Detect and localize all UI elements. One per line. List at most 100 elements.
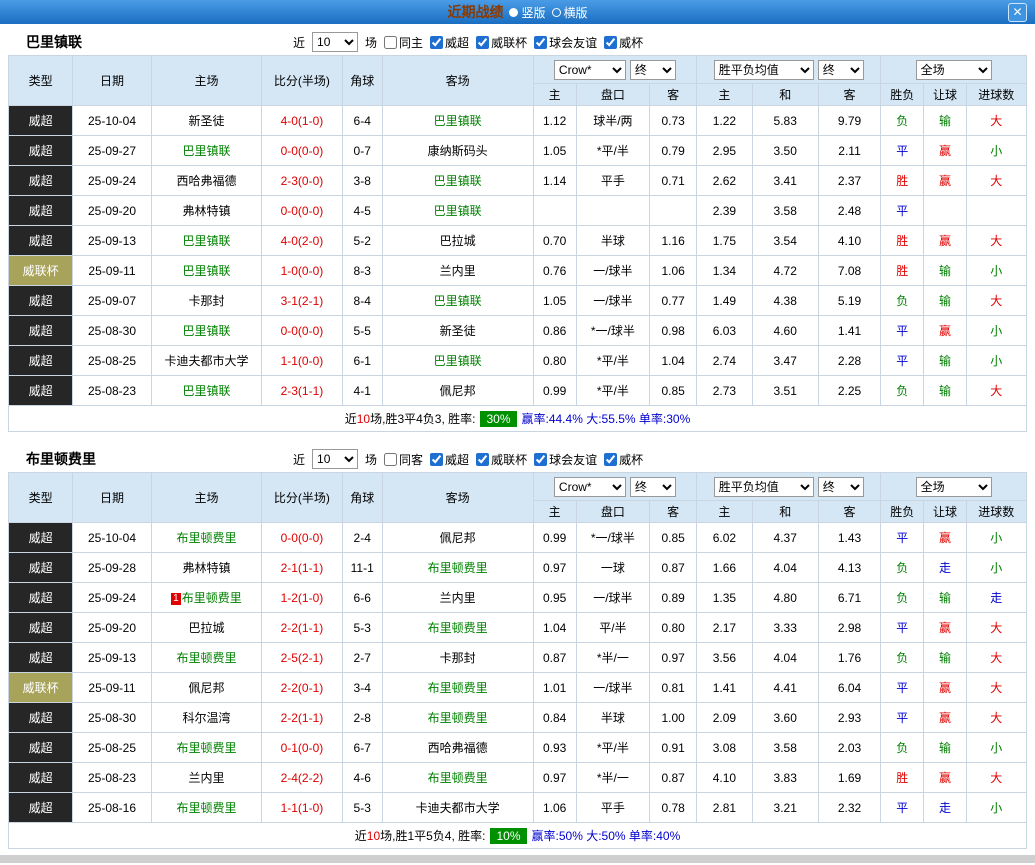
league-checkbox-0[interactable] (430, 453, 443, 466)
home-team-cell: 巴里镇联 (151, 376, 262, 406)
euro-home-odds: 2.39 (697, 196, 752, 226)
asian-stage-select[interactable]: 终 (630, 477, 676, 497)
handicap-result-cell: 赢 (924, 136, 966, 166)
radio-vertical-icon[interactable] (509, 8, 518, 17)
league-checkbox-3[interactable] (604, 453, 617, 466)
asian-odds-header: Crow*终 (533, 473, 697, 501)
handicap-result-cell: 赢 (924, 763, 966, 793)
sections: 巴里镇联 近 10 场 同主 威超 威联杯 球会友谊 威杯 (0, 29, 1035, 849)
goals-result-cell: 小 (966, 136, 1026, 166)
home-team-cell: 科尔温湾 (151, 703, 262, 733)
league-type-cell: 威超 (9, 106, 73, 136)
home-team-cell: 巴里镇联 (151, 256, 262, 286)
league-filter-2[interactable]: 球会友谊 (534, 451, 597, 468)
bookmaker-select[interactable]: Crow* (554, 60, 626, 80)
euro-away-odds: 1.43 (818, 523, 880, 553)
euro-home-odds: 1.35 (697, 583, 752, 613)
away-team-cell: 巴里镇联 (382, 166, 533, 196)
match-date: 25-09-11 (73, 673, 151, 703)
euro-stage-select[interactable]: 终 (818, 60, 864, 80)
away-team-name: 布里顿费里 (428, 561, 488, 575)
home-team-name: 新圣徒 (188, 114, 224, 128)
euro-away-odds: 2.93 (818, 703, 880, 733)
home-team-name: 巴里镇联 (182, 144, 230, 158)
match-count-select[interactable]: 10 (312, 32, 358, 52)
score-cell: 2-2(1-1) (262, 703, 342, 733)
euro-stage-select[interactable]: 终 (818, 477, 864, 497)
league-checkbox-1[interactable] (476, 36, 489, 49)
same-venue-filter[interactable]: 同主 (384, 34, 423, 51)
match-date: 25-08-30 (73, 703, 151, 733)
match-count-select[interactable]: 10 (312, 449, 358, 469)
euro-draw-odds: 4.37 (752, 523, 818, 553)
league-filter-0[interactable]: 威超 (430, 451, 469, 468)
euro-draw-odds: 3.54 (752, 226, 818, 256)
col-handicap: 让球 (924, 501, 966, 523)
goals-result-cell: 小 (966, 793, 1026, 823)
result-cell: 平 (881, 316, 924, 346)
euro-draw-odds: 3.41 (752, 166, 818, 196)
handicap-result-cell: 赢 (924, 166, 966, 196)
fulltime-select[interactable]: 全场 (916, 60, 992, 80)
result-cell: 胜 (881, 763, 924, 793)
team-name: 布里顿费里 (8, 449, 293, 469)
layout-radio-vertical[interactable]: 竖版 (509, 4, 545, 21)
handicap-result-cell: 输 (924, 733, 966, 763)
avg-odds-select[interactable]: 胜平负均值 (714, 60, 814, 80)
col-corner: 角球 (342, 473, 382, 523)
league-type-cell: 威超 (9, 583, 73, 613)
league-filter-3[interactable]: 威杯 (604, 34, 643, 51)
league-type-cell: 威超 (9, 733, 73, 763)
league-checkbox-2[interactable] (534, 36, 547, 49)
bookmaker-select[interactable]: Crow* (554, 477, 626, 497)
match-row: 威超 25-09-27 巴里镇联 0-0(0-0) 0-7 康纳斯码头 1.05… (9, 136, 1027, 166)
home-team-cell: 1布里顿费里 (151, 583, 262, 613)
close-icon[interactable]: ✕ (1008, 3, 1027, 22)
layout-radio-horizontal[interactable]: 横版 (552, 4, 588, 21)
result-cell: 负 (881, 376, 924, 406)
league-checkbox-0[interactable] (430, 36, 443, 49)
league-label-2: 球会友谊 (549, 34, 597, 51)
match-date: 25-09-13 (73, 643, 151, 673)
avg-odds-select[interactable]: 胜平负均值 (714, 477, 814, 497)
away-team-cell: 兰内里 (382, 256, 533, 286)
asian-stage-select[interactable]: 终 (630, 60, 676, 80)
summary-count: 10 (357, 412, 370, 426)
match-row: 威联杯 25-09-11 佩尼邦 2-2(0-1) 3-4 布里顿费里 1.01… (9, 673, 1027, 703)
same-venue-checkbox[interactable] (384, 453, 397, 466)
league-filter-0[interactable]: 威超 (430, 34, 469, 51)
radio-vertical-label[interactable]: 竖版 (521, 4, 545, 21)
league-checkbox-3[interactable] (604, 36, 617, 49)
away-team-name: 布里顿费里 (428, 681, 488, 695)
handicap-result-cell: 赢 (924, 523, 966, 553)
league-type-cell: 威超 (9, 523, 73, 553)
ah-line: 一球 (576, 553, 649, 583)
league-checkbox-2[interactable] (534, 453, 547, 466)
col-score: 比分(半场) (262, 473, 342, 523)
ah-away-odds: 0.97 (650, 643, 697, 673)
fulltime-select[interactable]: 全场 (916, 477, 992, 497)
home-team-name: 弗林特镇 (182, 204, 230, 218)
goals-result-cell: 大 (966, 673, 1026, 703)
league-checkbox-1[interactable] (476, 453, 489, 466)
ah-home-odds: 0.76 (533, 256, 576, 286)
handicap-result-cell: 输 (924, 583, 966, 613)
league-filter-2[interactable]: 球会友谊 (534, 34, 597, 51)
radio-horizontal-label[interactable]: 横版 (564, 4, 588, 21)
euro-away-odds: 4.10 (818, 226, 880, 256)
same-venue-checkbox[interactable] (384, 36, 397, 49)
ah-home-odds: 1.05 (533, 286, 576, 316)
ah-away-odds: 0.71 (650, 166, 697, 196)
home-team-cell: 佩尼邦 (151, 673, 262, 703)
euro-away-odds: 1.41 (818, 316, 880, 346)
league-filter-3[interactable]: 威杯 (604, 451, 643, 468)
home-team-name: 卡那封 (188, 294, 224, 308)
result-cell: 平 (881, 703, 924, 733)
match-row: 威超 25-09-13 巴里镇联 4-0(2-0) 5-2 巴拉城 0.70 半… (9, 226, 1027, 256)
league-filter-1[interactable]: 威联杯 (476, 34, 527, 51)
same-venue-filter[interactable]: 同客 (384, 451, 423, 468)
league-filter-1[interactable]: 威联杯 (476, 451, 527, 468)
radio-horizontal-icon[interactable] (552, 8, 561, 17)
match-row: 威联杯 25-09-11 巴里镇联 1-0(0-0) 8-3 兰内里 0.76 … (9, 256, 1027, 286)
result-cell: 平 (881, 136, 924, 166)
